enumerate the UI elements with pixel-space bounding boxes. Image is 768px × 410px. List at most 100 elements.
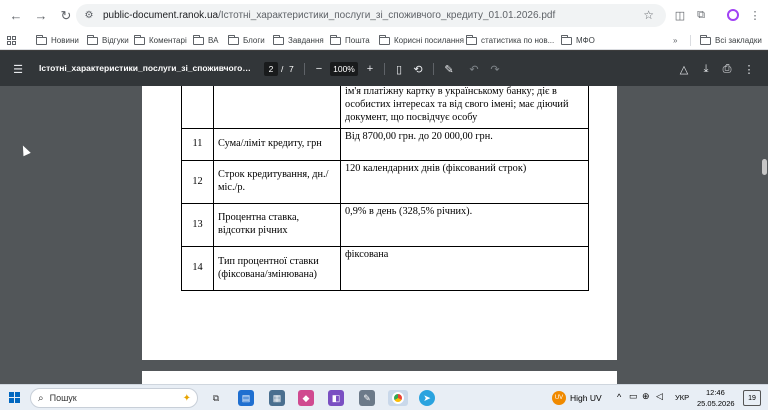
profile-avatar[interactable] [724, 6, 742, 24]
divider [690, 35, 691, 46]
search-icon: ⌕ [38, 392, 44, 404]
url-host: public-document.ranok.ua [103, 10, 219, 21]
bookmark-star-icon[interactable]: ☆ [643, 8, 654, 22]
row-value: фіксована [340, 246, 589, 291]
forward-button[interactable]: → [30, 5, 52, 27]
chrome-icon[interactable] [388, 390, 408, 406]
bookmark-va[interactable]: ВА [193, 34, 218, 47]
telegram-icon[interactable]: ➤ [419, 390, 435, 406]
redo-icon[interactable]: ↷ [487, 61, 503, 77]
clock-time[interactable]: 12:46 [706, 388, 725, 397]
windows-start-icon[interactable] [9, 392, 20, 403]
search-highlight-icon: ✦ [182, 392, 191, 404]
back-button[interactable]: ← [5, 5, 27, 27]
more-options-icon[interactable]: ⋮ [741, 61, 757, 77]
bookmarks-bar: Новини Відгуки Коментарі ВА Блоги Завдан… [0, 31, 768, 50]
bookmark-label: Завдання [288, 36, 324, 45]
scrollbar-thumb[interactable] [762, 159, 767, 175]
volume-icon[interactable]: ◁ [656, 391, 663, 402]
weather-label[interactable]: High UV [570, 393, 602, 403]
bookmark-mail[interactable]: Пошта [330, 34, 370, 47]
apps-icon[interactable] [7, 34, 16, 47]
pdf-page: ім'я платіжну картку в українському банк… [142, 86, 617, 360]
taskbar-search[interactable]: ⌕ Пошук ✦ [30, 388, 198, 408]
bookmark-tasks[interactable]: Завдання [273, 34, 324, 47]
folder-icon [193, 34, 204, 45]
row-number: 14 [181, 246, 214, 291]
bookmark-label: Новини [51, 36, 79, 45]
bookmark-mfo[interactable]: МФО [561, 34, 595, 47]
network-icon[interactable]: ⊕ [642, 391, 650, 402]
pdf-page-next [142, 371, 617, 384]
print-icon[interactable]: ⎙ [719, 61, 735, 77]
bookmark-label: Пошта [345, 36, 370, 45]
zoom-level-input[interactable]: 100% [330, 62, 358, 76]
bookmark-useful-links[interactable]: Корисні посилання [379, 34, 464, 47]
weather-badge[interactable]: UV [552, 391, 566, 405]
table-row: 12 Строк кредитування, дн./міс./р. 120 к… [181, 160, 589, 204]
bookmark-label: ВА [208, 36, 219, 45]
table-row: ім'я платіжну картку в українському банк… [181, 86, 589, 129]
folder-icon [228, 34, 239, 45]
clock-date[interactable]: 25.05.2026 [697, 399, 735, 408]
divider [433, 63, 434, 75]
row-value: Від 8700,00 грн. до 20 000,00 грн. [340, 128, 589, 161]
extensions-icon[interactable]: ⧉ [692, 6, 710, 24]
browser-toolbar: ← → ↻ ⚙ public-document.ranok.ua /Істотн… [0, 0, 768, 31]
address-bar[interactable]: ⚙ public-document.ranok.ua /Істотні_хара… [76, 4, 666, 27]
row-value: 120 календарних днів (фіксований строк) [340, 160, 589, 204]
hamburger-menu-icon[interactable]: ☰ [10, 61, 26, 77]
folder-icon [379, 34, 390, 45]
annotate-icon[interactable]: ✎ [441, 61, 457, 77]
bookmark-blogs[interactable]: Блоги [228, 34, 265, 47]
notepad-icon[interactable]: ✎ [359, 390, 375, 406]
reload-button[interactable]: ↻ [55, 5, 77, 27]
folder-icon [330, 34, 341, 45]
site-info-icon[interactable]: ⚙ [82, 9, 96, 23]
menu-icon[interactable]: ⋮ [746, 6, 764, 24]
zoom-in-button[interactable]: + [362, 61, 378, 77]
row-number: 12 [181, 160, 214, 204]
bookmark-reviews[interactable]: Відгуки [87, 34, 129, 47]
table-row: 11 Сума/ліміт кредиту, грн Від 8700,00 г… [181, 128, 589, 161]
table-row: 14 Тип процентної ставки (фіксована/змін… [181, 246, 589, 291]
fit-page-icon[interactable]: ▯ [391, 61, 407, 77]
bookmark-label: МФО [576, 36, 595, 45]
pdf-viewer[interactable]: ім'я платіжну картку в українському банк… [0, 86, 768, 384]
pdf-title: Істотні_характеристики_послуги_зі_спожив… [39, 63, 254, 73]
app-icon[interactable]: ◧ [328, 390, 344, 406]
table-cell [213, 86, 341, 129]
scrollbar[interactable] [760, 86, 768, 384]
save-to-drive-icon[interactable]: △ [676, 61, 692, 77]
page-number-input[interactable]: 2 [264, 62, 278, 76]
bookmarks-overflow-icon[interactable]: » [673, 34, 677, 47]
language-indicator[interactable]: УКР [675, 393, 689, 402]
folder-icon [87, 34, 98, 45]
task-view-icon[interactable]: ⧉ [208, 390, 224, 406]
search-placeholder: Пошук [49, 393, 77, 403]
row-label: Строк кредитування, дн./міс./р. [213, 160, 341, 204]
url-path: /Істотні_характеристики_послуги_зі_спожи… [218, 10, 556, 21]
folder-icon [134, 34, 145, 45]
undo-icon[interactable]: ↶ [466, 61, 482, 77]
folder-icon [466, 34, 477, 45]
notification-badge[interactable]: 19 [743, 390, 761, 406]
row-value: 0,9% в день (328,5% річних). [340, 203, 589, 247]
calculator-icon[interactable]: ▦ [269, 390, 285, 406]
bookmark-news[interactable]: Новини [36, 34, 79, 47]
screenshot-icon[interactable]: ◫ [671, 6, 689, 24]
hidden-icons-icon[interactable]: ^ [617, 392, 621, 402]
store-icon[interactable]: ▤ [238, 390, 254, 406]
zoom-out-button[interactable]: − [311, 61, 327, 77]
all-bookmarks[interactable]: Всі закладки [700, 34, 762, 47]
table-row: 13 Процентна ставка, відсотки річних 0,9… [181, 203, 589, 247]
download-icon[interactable]: ⤓ [698, 61, 714, 77]
battery-icon[interactable]: ▭ [629, 391, 638, 402]
rotate-icon[interactable]: ⟲ [410, 61, 426, 77]
copilot-icon[interactable]: ◆ [298, 390, 314, 406]
bookmark-comments[interactable]: Коментарі [134, 34, 187, 47]
bookmark-label: Корисні посилання [394, 36, 464, 45]
divider [304, 63, 305, 75]
row-number: 11 [181, 128, 214, 161]
bookmark-stats[interactable]: статистика по нов... [466, 34, 554, 47]
